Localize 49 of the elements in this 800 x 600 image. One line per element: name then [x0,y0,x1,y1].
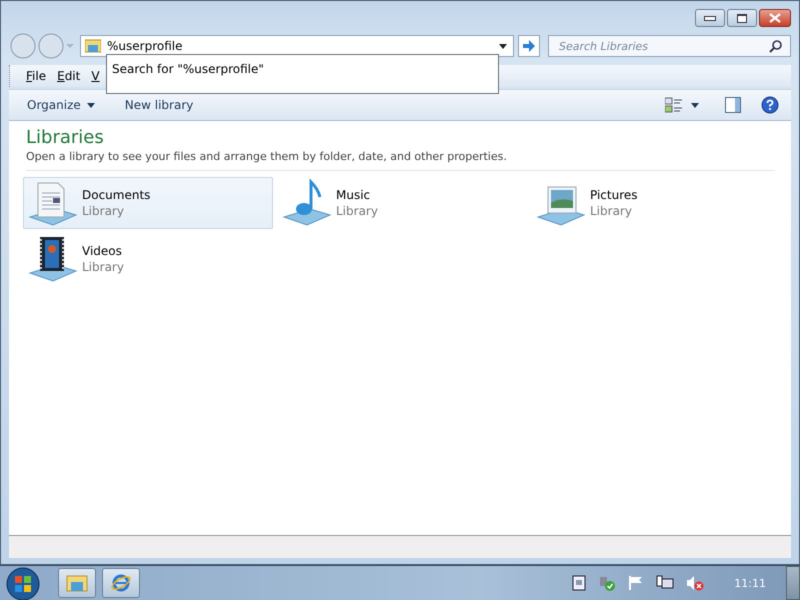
menu-item[interactable]: File [26,69,46,83]
arrow-icon [522,40,536,52]
search-icon [769,40,782,52]
clock: 11:11 [734,576,766,590]
new-library-button[interactable]: New library [116,94,202,116]
help-icon[interactable] [761,96,779,114]
library-name: Documents [82,188,150,202]
library-item[interactable]: Pictures Library [531,177,781,229]
organize-button[interactable]: Organize [19,94,103,116]
preview-pane-icon[interactable] [725,97,741,113]
menu-item[interactable]: V [91,69,100,83]
browser-taskbar-button[interactable] [102,568,140,598]
caret-icon[interactable] [499,44,507,48]
search-field[interactable]: Search Libraries [548,35,791,57]
library-name: Videos [82,244,123,258]
start-button[interactable] [4,566,42,600]
library-folder-icon [85,39,101,53]
library-name: Music [336,188,372,202]
close-icon [768,13,782,23]
show-desktop-button[interactable] [786,566,800,600]
maximize-button[interactable] [727,9,757,27]
music-note-library-icon [282,179,332,227]
library-type: Library [82,204,125,218]
document-tray-icon[interactable] [572,575,586,591]
caret-icon [86,102,95,108]
security-check-tray-icon[interactable] [598,575,616,591]
library-name: Pictures [590,188,638,202]
page-title: Libraries [26,127,105,148]
library-item[interactable]: Documents Library [23,177,273,229]
go-button[interactable] [518,35,540,57]
library-item[interactable]: Music Library [277,177,527,229]
library-type: Library [336,204,378,218]
close-button[interactable] [759,9,791,27]
minimize-button[interactable] [695,9,725,27]
globe-icon [110,573,132,593]
menu-item[interactable]: Edit [57,69,80,83]
muted-speaker-tray-icon[interactable] [686,575,704,591]
film-library-icon [28,235,78,283]
network-tray-icon[interactable] [656,575,674,591]
page-description: Open a library to see your files and arrange them by folder, date, and other properties. [26,150,508,163]
view-options-icon[interactable] [665,97,683,113]
explorer-taskbar-button[interactable] [58,568,96,598]
library-item[interactable]: Videos Library [23,233,273,285]
library-type: Library [82,260,124,274]
search-suggestion[interactable]: Search for "%userprofile" [112,62,264,76]
library-type: Library [590,204,633,218]
search-input[interactable]: Search Libraries [557,38,769,54]
caret-icon[interactable] [691,102,699,108]
folder-icon [66,574,88,592]
